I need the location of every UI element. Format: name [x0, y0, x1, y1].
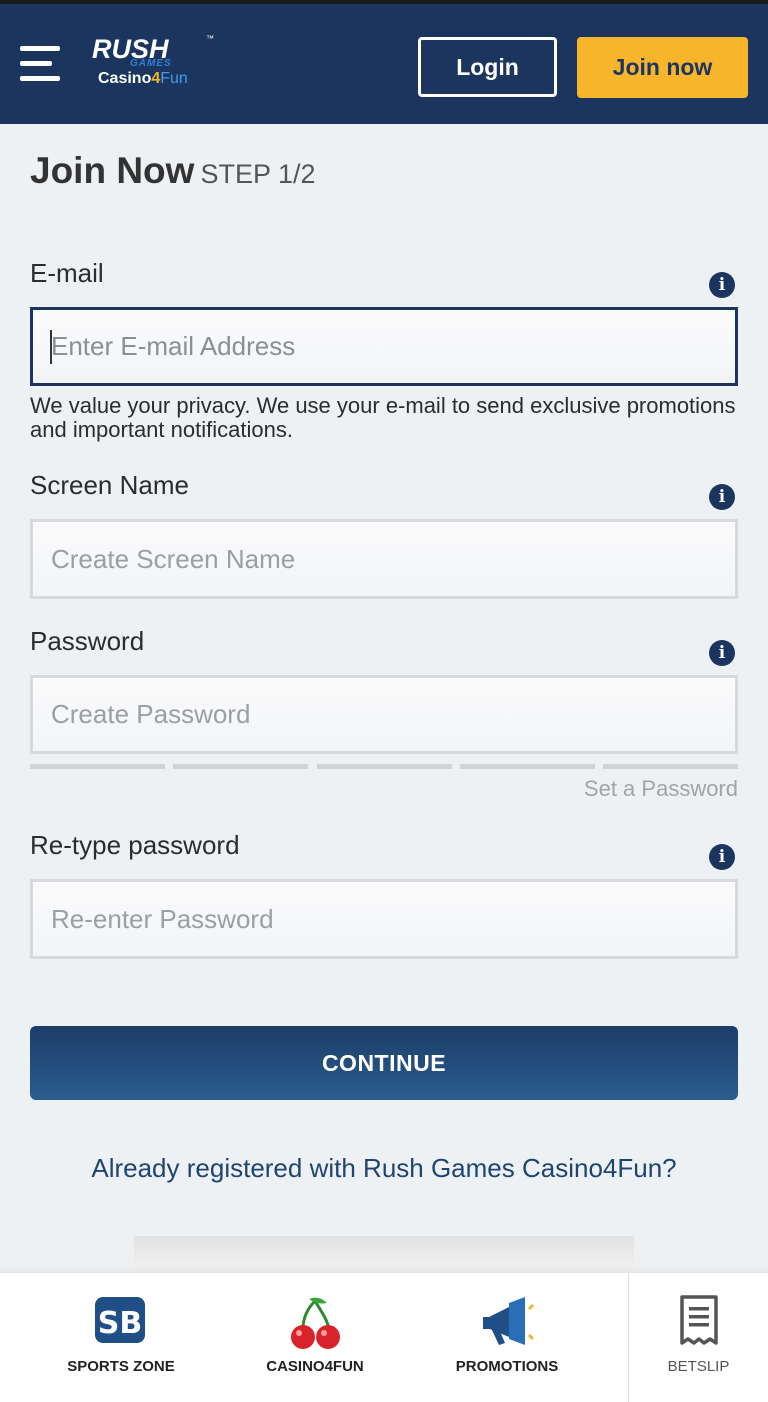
- password-strength-meter: [30, 764, 738, 769]
- step-indicator: STEP 1/2: [200, 159, 316, 189]
- megaphone-icon: [483, 1297, 535, 1345]
- email-info-icon[interactable]: i: [709, 272, 735, 298]
- text-caret: [50, 330, 52, 364]
- password-label: Password: [30, 626, 145, 656]
- nav-casino4fun-label: CASINO4FUN: [266, 1358, 364, 1375]
- sb-icon: SB: [95, 1297, 145, 1343]
- strength-segment: [316, 764, 452, 769]
- password-strength-text: Set a Password: [583, 776, 738, 801]
- continue-button[interactable]: CONTINUE: [30, 1026, 738, 1100]
- retype-password-label: Re-type password: [30, 830, 240, 860]
- screen-name-input[interactable]: [30, 519, 738, 599]
- retype-password-input[interactable]: [30, 879, 738, 959]
- password-info-icon[interactable]: i: [709, 640, 735, 666]
- bottom-navigation: SB SPORTS ZONE CASINO4FUN PROMOTIONS BET…: [0, 1272, 768, 1402]
- nav-casino4fun[interactable]: CASINO4FUN: [236, 1273, 394, 1402]
- screen-name-label: Screen Name: [30, 470, 189, 500]
- strength-segment: [30, 764, 165, 769]
- strength-segment: [603, 764, 738, 769]
- email-label: E-mail: [30, 258, 104, 288]
- page-title-text: Join Now: [30, 150, 195, 191]
- logo-trademark: ™: [206, 34, 214, 43]
- nav-sports-zone[interactable]: SB SPORTS ZONE: [40, 1273, 202, 1402]
- nav-betslip-label: BETSLIP: [667, 1358, 730, 1375]
- receipt-icon: [679, 1295, 718, 1345]
- retype-password-info-icon[interactable]: i: [709, 844, 735, 870]
- cherries-icon: [291, 1297, 340, 1349]
- nav-promotions[interactable]: PROMOTIONS: [432, 1273, 582, 1402]
- strength-segment: [173, 764, 309, 769]
- login-button[interactable]: Login: [418, 37, 557, 97]
- nav-promotions-label: PROMOTIONS: [455, 1358, 559, 1375]
- screen-name-info-icon[interactable]: i: [709, 484, 735, 510]
- logo-casino4fun-text: Casino4Fun: [98, 70, 188, 87]
- password-input[interactable]: [30, 675, 738, 754]
- strength-segment: [459, 764, 595, 769]
- nav-betslip[interactable]: BETSLIP: [629, 1273, 768, 1402]
- join-now-button[interactable]: Join now: [577, 37, 748, 98]
- already-registered-link[interactable]: Already registered with Rush Games Casin…: [0, 1153, 768, 1184]
- email-input[interactable]: [30, 307, 738, 386]
- page-title: Join Now STEP 1/2: [30, 150, 316, 192]
- svg-text:SB: SB: [98, 1306, 142, 1341]
- top-header: RUSH ™ GAMES Casino4Fun Login Join now: [0, 4, 768, 124]
- logo-games-text: GAMES: [130, 58, 172, 69]
- promo-banner[interactable]: [134, 1236, 634, 1276]
- rush-games-casino4fun-logo[interactable]: RUSH ™ GAMES Casino4Fun: [92, 34, 222, 94]
- email-privacy-note: We value your privacy. We use your e-mai…: [30, 393, 736, 442]
- hamburger-menu-icon[interactable]: [20, 46, 62, 82]
- nav-sports-zone-label: SPORTS ZONE: [67, 1358, 175, 1375]
